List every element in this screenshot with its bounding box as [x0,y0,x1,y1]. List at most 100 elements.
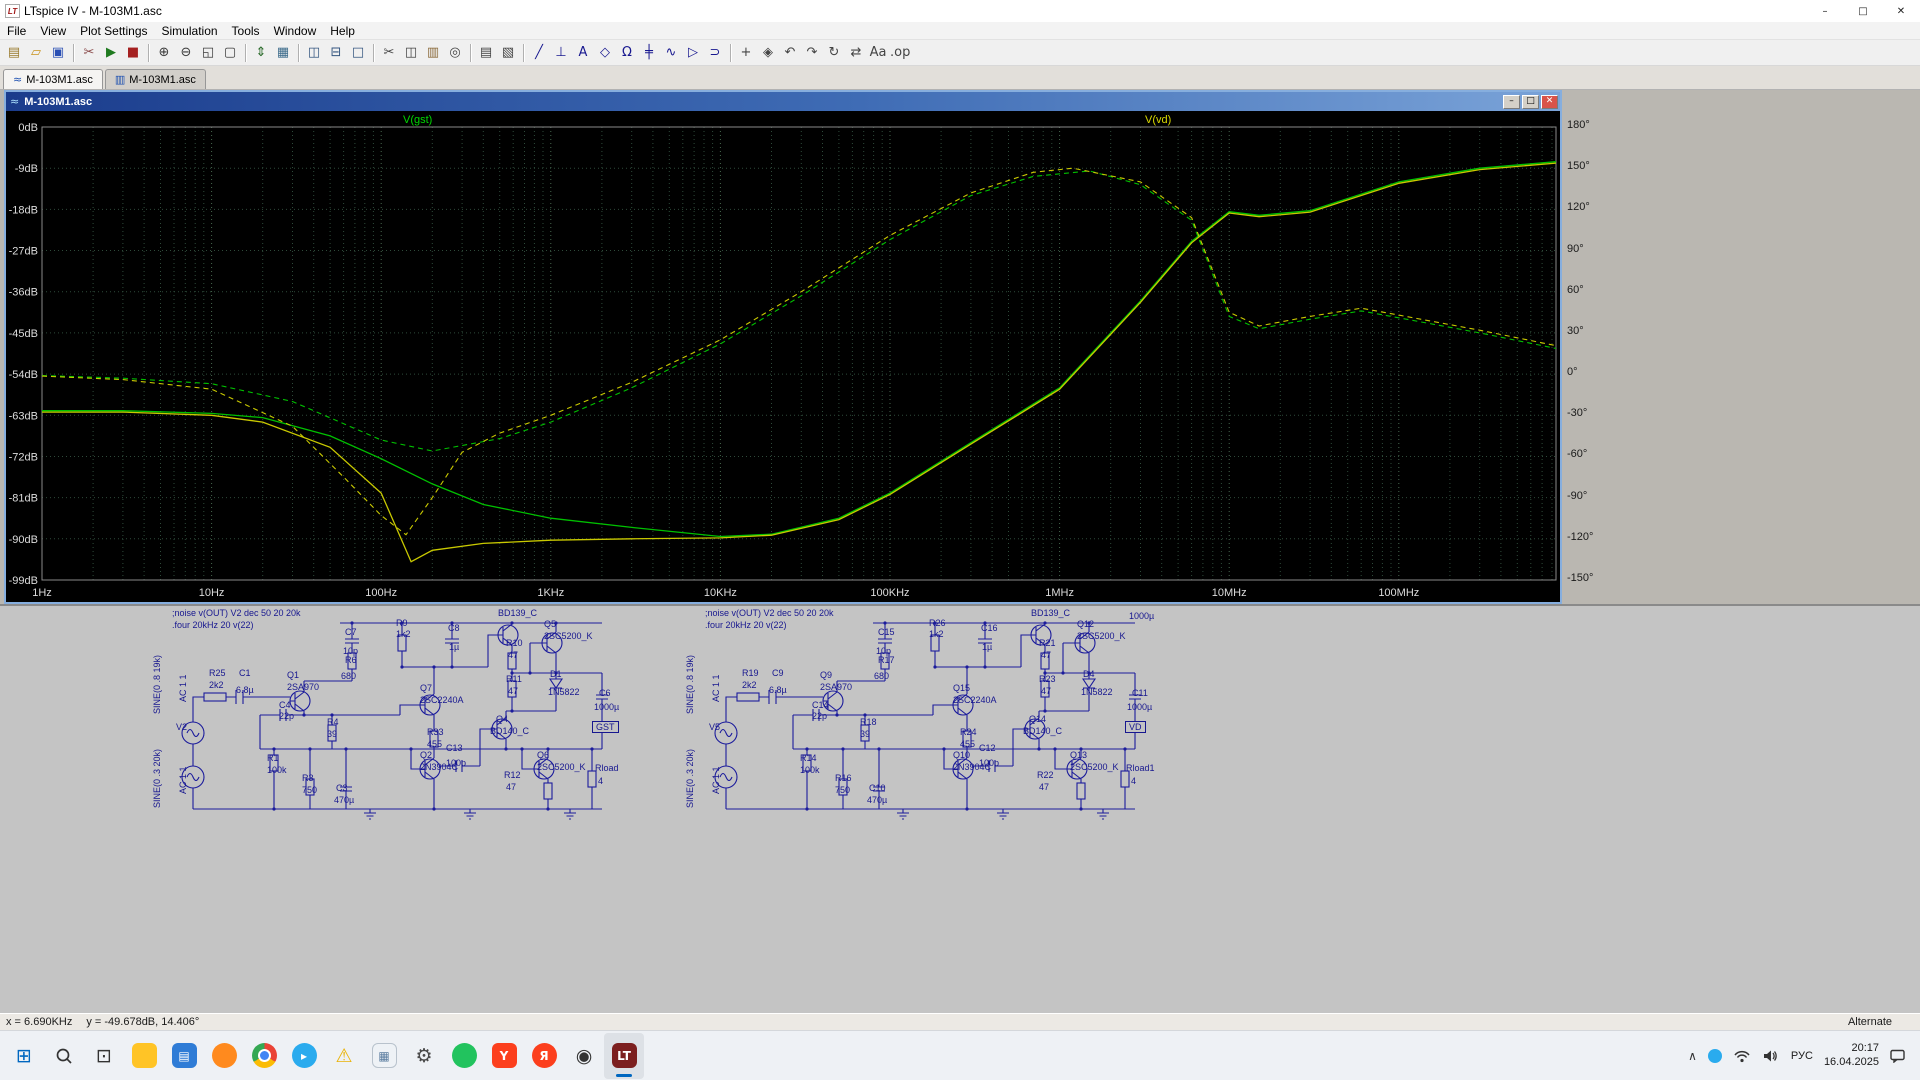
zoom-out-icon[interactable]: ⊖ [176,43,196,63]
copy-icon[interactable]: ◫ [401,43,421,63]
menu-plot-settings[interactable]: Plot Settings [73,23,154,39]
mirror-icon[interactable]: ⇄ [846,43,866,63]
rotate-icon[interactable]: ↻ [824,43,844,63]
resistor-icon[interactable]: Ω [617,43,637,63]
file-explorer-icon[interactable] [124,1033,164,1079]
menu-tools[interactable]: Tools [225,23,267,39]
title-bar: LT LTspice IV - M-103M1.asc – □ ✕ [0,0,1920,22]
inductor-icon[interactable]: ∿ [661,43,681,63]
zoom-in-icon[interactable]: ⊕ [154,43,174,63]
draw-wire-icon[interactable]: ╱ [529,43,549,63]
plot-settings-icon[interactable]: ▦ [273,43,293,63]
trace-magnitude-V(gst) [42,161,1560,536]
menu-simulation[interactable]: Simulation [155,23,225,39]
menu-file[interactable]: File [0,23,33,39]
whatsapp-icon[interactable] [444,1033,484,1079]
schematic-label: C6 [599,689,611,698]
net-port-VD[interactable]: VD [1125,721,1146,733]
run-icon[interactable]: ▶ [101,43,121,63]
chrome-icon[interactable] [244,1033,284,1079]
tray-chevron-icon[interactable]: ∧ [1688,1049,1697,1063]
clock[interactable]: 20:17 16.04.2025 [1824,1042,1879,1070]
menu-window[interactable]: Window [267,23,324,39]
schematic-label: 2k2 [742,681,757,690]
net-label-icon[interactable]: A [573,43,593,63]
halt-icon[interactable]: ■ [123,43,143,63]
find-icon[interactable]: ◎ [445,43,465,63]
cascade-icon[interactable]: □ [348,43,368,63]
freq-axis-tick: 100Hz [365,587,397,599]
notification-icon[interactable] [1890,1049,1906,1063]
tab-schematic[interactable]: ▥M-103M1.asc [105,69,206,89]
start-button[interactable]: ⊞ [4,1033,44,1079]
print-icon[interactable]: ▤ [476,43,496,63]
minimize-button[interactable]: – [1806,0,1844,22]
open-file-icon[interactable]: ▱ [26,43,46,63]
schematic-label: R16 [835,774,852,783]
child-restore-button[interactable]: □ [1522,95,1539,109]
freq-axis-tick: 1KHz [537,587,564,599]
tile-vertical-icon[interactable]: ◫ [304,43,324,63]
child-minimize-button[interactable]: – [1503,95,1520,109]
control-panel-icon[interactable]: ✂ [79,43,99,63]
schematic-circuit-right [715,621,1141,819]
maximize-button[interactable]: □ [1844,0,1882,22]
store-icon[interactable]: ▤ [164,1033,204,1079]
ground-icon[interactable]: ⊥ [551,43,571,63]
spice-directive-icon[interactable]: .op [890,43,910,63]
telegram-tray-icon[interactable] [1708,1049,1722,1063]
drag-icon[interactable]: ◈ [758,43,778,63]
settings-app-icon[interactable]: ⚙ [404,1033,444,1079]
eye-app-icon[interactable]: ◉ [564,1033,604,1079]
zoom-area-icon[interactable]: ◱ [198,43,218,63]
volume-icon[interactable] [1762,1049,1780,1063]
cut-icon[interactable]: ✂ [379,43,399,63]
bode-plot[interactable]: 0dB-9dB-18dB-27dB-36dB-45dB-54dB-63dB-72… [6,111,1560,602]
tile-horizontal-icon[interactable]: ⊟ [326,43,346,63]
schematic-label: SINE(0 .3 20k) [153,749,162,808]
diode-icon[interactable]: ▷ [683,43,703,63]
search-button[interactable] [44,1033,84,1079]
yandex-start-icon[interactable]: Y [484,1033,524,1079]
yandex-browser-icon[interactable]: Я [524,1033,564,1079]
print-preview-icon[interactable]: ▧ [498,43,518,63]
warning-app-icon[interactable]: ⚠ [324,1033,364,1079]
ltspice-icon[interactable]: LT [604,1033,644,1079]
save-icon[interactable]: ▣ [48,43,68,63]
waveform-window-titlebar[interactable]: ≈ M-103M1.asc – □ ✕ [6,92,1560,111]
menu-help[interactable]: Help [323,23,362,39]
trace-label-V(vd)[interactable]: V(vd) [1145,114,1171,126]
search-icon [55,1047,73,1065]
store-icon-glyph: ▤ [172,1043,197,1068]
paste-icon[interactable]: ▥ [423,43,443,63]
table-app-icon[interactable]: ▦ [364,1033,404,1079]
menu-view[interactable]: View [33,23,73,39]
text-icon[interactable]: Aa [868,43,888,63]
close-button[interactable]: ✕ [1882,0,1920,22]
new-schematic-icon[interactable]: ▤ [4,43,24,63]
schematic-label: 680 [341,672,356,681]
net-port-GST[interactable]: GST [592,721,619,733]
yandex-browser-icon-glyph: Я [532,1043,557,1068]
task-view-button[interactable]: ⊡ [84,1033,124,1079]
autorange-icon[interactable]: ⇕ [251,43,271,63]
trace-magnitude-V(vd) [42,163,1560,562]
tab-waveform[interactable]: ≈M-103M1.asc [3,69,103,89]
child-close-button[interactable]: ✕ [1541,95,1558,109]
port-icon[interactable]: ◇ [595,43,615,63]
trace-label-V(gst)[interactable]: V(gst) [403,114,432,126]
telegram-icon[interactable]: ▸ [284,1033,324,1079]
capacitor-icon[interactable]: ╪ [639,43,659,63]
wifi-icon[interactable] [1733,1049,1751,1063]
language-indicator[interactable]: РУС [1791,1050,1813,1062]
firefox-icon[interactable] [204,1033,244,1079]
waveform-plot-area[interactable]: 0dB-9dB-18dB-27dB-36dB-45dB-54dB-63dB-72… [6,111,1560,602]
schematic-label: 750 [302,786,317,795]
redo-icon[interactable]: ↷ [802,43,822,63]
schematic-label: Q1 [287,671,299,680]
move-icon[interactable]: + [736,43,756,63]
zoom-full-icon[interactable]: ▢ [220,43,240,63]
undo-icon[interactable]: ↶ [780,43,800,63]
component-icon[interactable]: ⊃ [705,43,725,63]
schematic-window[interactable]: ;noise v(OUT) V2 dec 50 20 20k.four 20kH… [0,604,1920,1013]
